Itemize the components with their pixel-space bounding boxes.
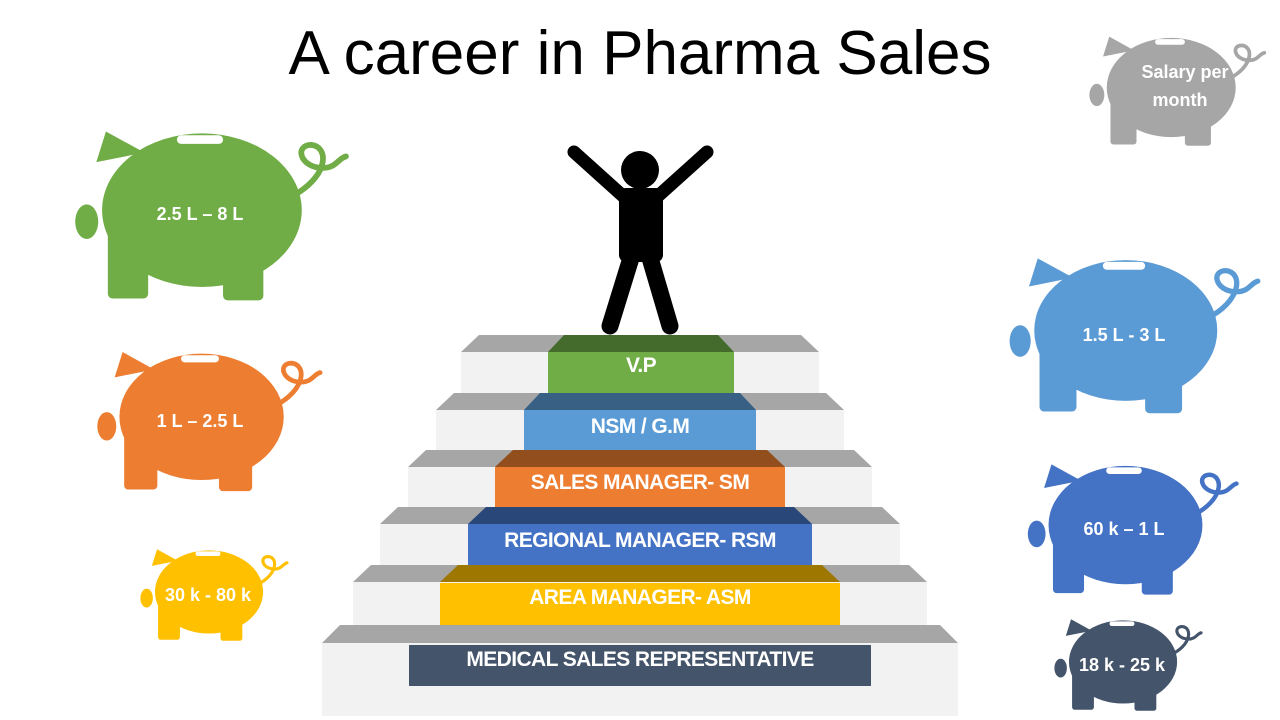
salary-label: 1.5 L - 3 L [1083,325,1166,345]
step-label: SALES MANAGER- SM [531,471,750,494]
stair-tread [322,625,958,643]
step-band-top [440,565,840,582]
career-diagram: MEDICAL SALES REPRESENTATIVE AREA MANAGER… [75,36,1265,716]
step-label: MEDICAL SALES REPRESENTATIVE [466,648,814,671]
step-label: REGIONAL MANAGER- RSM [504,529,776,552]
salary-label: 30 k - 80 k [165,585,252,605]
step-band-top [524,393,756,410]
step-label: AREA MANAGER- ASM [529,586,751,609]
step-label: NSM / G.M [591,415,690,438]
salary-label: 60 k – 1 L [1083,519,1164,539]
legend-label-line2: month [1153,90,1208,110]
salary-label: 1 L – 2.5 L [157,411,244,431]
salary-label: 2.5 L – 8 L [157,204,244,224]
step-band-top [548,335,734,352]
slide: A career in Pharma Sales MEDICAL SALES R… [0,0,1280,720]
step-band-top [495,450,785,467]
step-band-top [468,507,812,524]
salary-label: 18 k - 25 k [1079,655,1166,675]
step-label: V.P [626,354,657,377]
legend-label-line1: Salary per [1141,62,1228,82]
person-arms-raised-icon [567,145,714,335]
